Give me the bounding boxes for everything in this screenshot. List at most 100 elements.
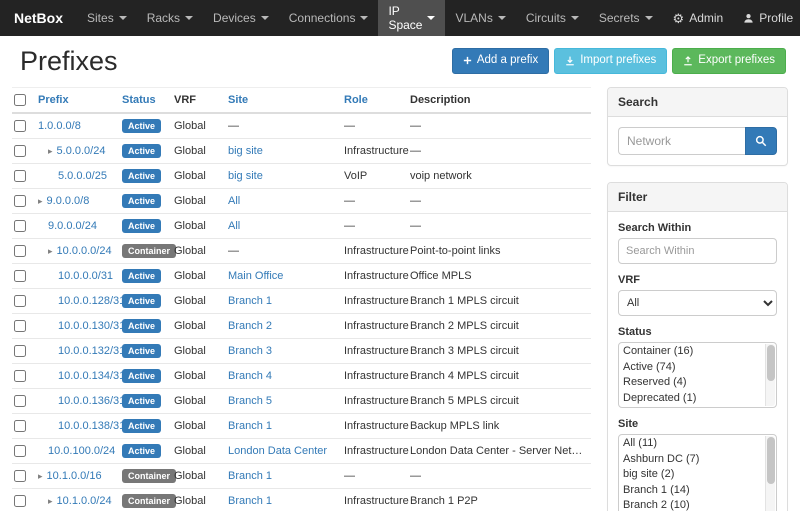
filter-option[interactable]: Container (16) xyxy=(620,344,763,360)
site-link[interactable]: Branch 5 xyxy=(228,395,272,407)
app-logo[interactable]: NetBox xyxy=(0,0,77,36)
site-link[interactable]: big site xyxy=(228,170,263,182)
site-link[interactable]: Branch 1 xyxy=(228,470,272,482)
nav-item-secrets[interactable]: Secrets xyxy=(589,0,663,36)
site-link[interactable]: big site xyxy=(228,145,263,157)
row-checkbox[interactable] xyxy=(14,370,26,382)
vrf-cell: Global xyxy=(174,339,228,364)
row-checkbox[interactable] xyxy=(14,220,26,232)
site-link[interactable]: All xyxy=(228,220,240,232)
nav-item-devices[interactable]: Devices xyxy=(203,0,279,36)
table-row: ▸10.0.0.0/24ContainerGlobal—Infrastructu… xyxy=(12,239,591,264)
site-link[interactable]: London Data Center xyxy=(228,445,327,457)
row-checkbox[interactable] xyxy=(14,495,26,507)
prefix-link[interactable]: 1.0.0.0/8 xyxy=(38,120,81,132)
site-link[interactable]: Branch 1 xyxy=(228,420,272,432)
filter-option[interactable]: Active (74) xyxy=(620,360,763,376)
row-checkbox[interactable] xyxy=(14,345,26,357)
filter-option[interactable]: All (11) xyxy=(620,436,763,452)
site-link[interactable]: Branch 4 xyxy=(228,370,272,382)
search-within-input[interactable] xyxy=(618,238,777,264)
status-cell: Container xyxy=(122,464,174,489)
prefix-link[interactable]: 10.0.0.130/31 xyxy=(58,320,125,332)
prefix-link[interactable]: 10.0.0.0/24 xyxy=(57,245,112,257)
prefix-link[interactable]: 5.0.0.0/25 xyxy=(58,170,107,182)
description-cell: Branch 5 MPLS circuit xyxy=(410,389,591,414)
site-link[interactable]: All xyxy=(228,195,240,207)
row-checkbox[interactable] xyxy=(14,270,26,282)
nav-item-label: Connections xyxy=(289,11,356,25)
row-checkbox[interactable] xyxy=(14,395,26,407)
site-scrollbar[interactable] xyxy=(765,436,775,511)
add-prefix-button[interactable]: Add a prefix xyxy=(452,48,549,74)
prefix-cell: 10.0.100.0/24 xyxy=(38,439,122,464)
profile-link[interactable]: Profile xyxy=(733,0,800,36)
prefix-link[interactable]: 10.0.0.132/31 xyxy=(58,345,125,357)
row-checkbox[interactable] xyxy=(14,195,26,207)
export-prefixes-button[interactable]: Export prefixes xyxy=(672,48,786,74)
nav-item-label: IP Space xyxy=(388,4,422,32)
filter-option[interactable]: Reserved (4) xyxy=(620,375,763,391)
column-sort-site[interactable]: Site xyxy=(228,94,248,106)
filter-option[interactable]: Ashburn DC (7) xyxy=(620,452,763,468)
column-sort-role[interactable]: Role xyxy=(344,94,368,106)
import-prefixes-button[interactable]: Import prefixes xyxy=(554,48,667,74)
status-badge: Active xyxy=(122,169,161,183)
description-cell: London Data Center - Server Network xyxy=(410,439,591,464)
row-checkbox[interactable] xyxy=(14,320,26,332)
row-checkbox[interactable] xyxy=(14,445,26,457)
row-checkbox[interactable] xyxy=(14,420,26,432)
prefix-link[interactable]: 10.0.0.136/31 xyxy=(58,395,125,407)
nav-item-circuits[interactable]: Circuits xyxy=(516,0,589,36)
table-row: 10.0.0.0/31ActiveGlobalMain OfficeInfras… xyxy=(12,264,591,289)
prefix-link[interactable]: 10.0.0.0/31 xyxy=(58,270,113,282)
row-checkbox[interactable] xyxy=(14,120,26,132)
row-checkbox[interactable] xyxy=(14,470,26,482)
prefix-link[interactable]: 10.0.100.0/24 xyxy=(48,445,115,457)
search-input[interactable] xyxy=(618,127,745,155)
filter-option[interactable]: Branch 1 (14) xyxy=(620,483,763,499)
admin-link[interactable]: ⚙ Admin xyxy=(663,0,734,36)
search-button[interactable] xyxy=(745,127,777,155)
site-link[interactable]: Branch 2 xyxy=(228,320,272,332)
status-listbox[interactable]: Container (16)Active (74)Reserved (4)Dep… xyxy=(618,342,777,408)
prefix-link[interactable]: 10.1.0.0/24 xyxy=(57,495,112,507)
nav-item-connections[interactable]: Connections xyxy=(279,0,379,36)
prefix-cell: 10.0.0.132/31 xyxy=(38,339,122,364)
prefix-link[interactable]: 10.1.0.0/16 xyxy=(47,470,102,482)
nav-item-ip-space[interactable]: IP Space xyxy=(378,0,445,36)
site-link[interactable]: Branch 3 xyxy=(228,345,272,357)
filter-option[interactable]: big site (2) xyxy=(620,467,763,483)
site-link[interactable]: Main Office xyxy=(228,270,283,282)
prefix-link[interactable]: 10.0.0.128/31 xyxy=(58,295,125,307)
column-sort-prefix[interactable]: Prefix xyxy=(38,94,69,106)
site-listbox[interactable]: All (11)Ashburn DC (7)big site (2)Branch… xyxy=(618,434,777,511)
vrf-cell: Global xyxy=(174,239,228,264)
prefix-link[interactable]: 10.0.0.138/31 xyxy=(58,420,125,432)
row-checkbox[interactable] xyxy=(14,145,26,157)
prefix-link[interactable]: 5.0.0.0/24 xyxy=(57,145,106,157)
table-row: 5.0.0.0/25ActiveGlobalbig siteVoIPvoip n… xyxy=(12,164,591,189)
select-all-checkbox[interactable] xyxy=(14,94,26,106)
nav-item-sites[interactable]: Sites xyxy=(77,0,137,36)
prefix-link[interactable]: 10.0.0.134/31 xyxy=(58,370,125,382)
nav-item-vlans[interactable]: VLANs xyxy=(445,0,515,36)
filter-option[interactable]: Branch 2 (10) xyxy=(620,498,763,511)
column-sort-status[interactable]: Status xyxy=(122,94,156,106)
vrf-cell: Global xyxy=(174,364,228,389)
prefix-link[interactable]: 9.0.0.0/8 xyxy=(47,195,90,207)
row-checkbox[interactable] xyxy=(14,170,26,182)
prefix-link[interactable]: 9.0.0.0/24 xyxy=(48,220,97,232)
vrf-select[interactable]: All xyxy=(618,290,777,316)
vrf-cell: Global xyxy=(174,264,228,289)
filter-option[interactable]: Deprecated (1) xyxy=(620,391,763,407)
search-panel: Search xyxy=(607,87,788,166)
nav-item-racks[interactable]: Racks xyxy=(137,0,203,36)
nav-item-label: VLANs xyxy=(455,11,492,25)
site-link[interactable]: Branch 1 xyxy=(228,495,272,507)
row-checkbox[interactable] xyxy=(14,245,26,257)
export-icon xyxy=(683,56,693,66)
row-checkbox[interactable] xyxy=(14,295,26,307)
status-scrollbar[interactable] xyxy=(765,344,775,406)
site-link[interactable]: Branch 1 xyxy=(228,295,272,307)
